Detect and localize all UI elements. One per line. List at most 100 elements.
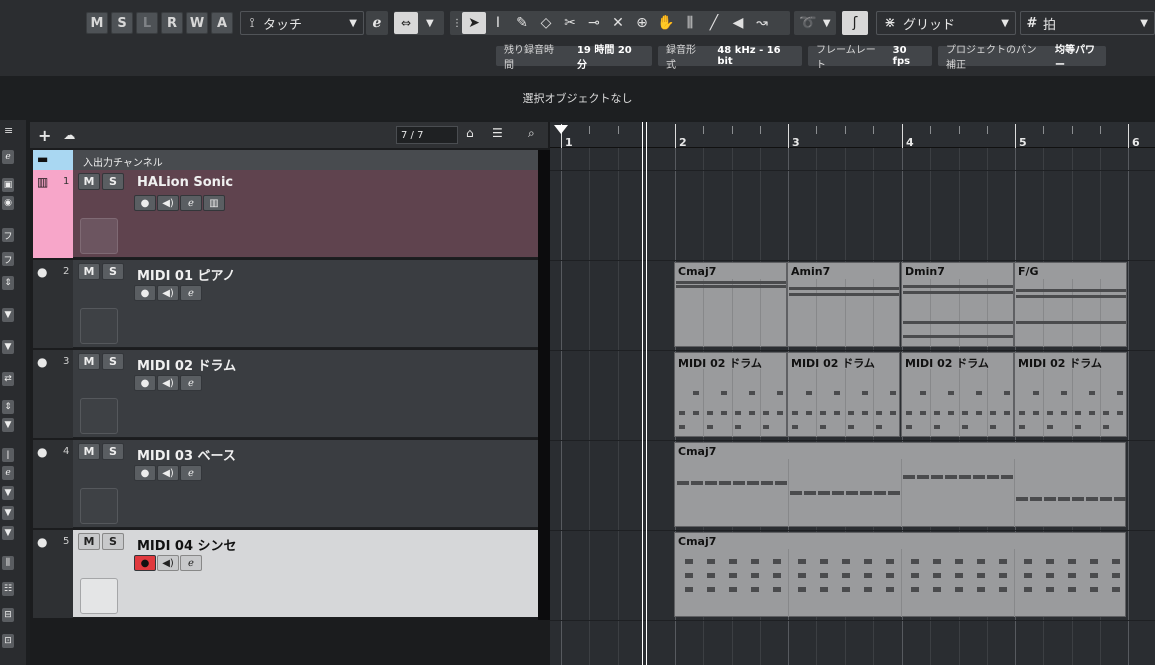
- solo-button[interactable]: S: [102, 173, 124, 190]
- mute-button[interactable]: M: [78, 443, 100, 460]
- locator-marker[interactable]: [554, 125, 568, 134]
- left-strip-button[interactable]: ǀ: [2, 448, 14, 462]
- piano-part[interactable]: Amin7: [787, 262, 900, 347]
- left-strip-button[interactable]: ⊡: [2, 634, 14, 648]
- monitor-button[interactable]: ◀): [157, 375, 179, 391]
- solo-all-button[interactable]: S: [111, 12, 133, 34]
- left-strip-button[interactable]: ⇕: [2, 276, 14, 290]
- piano-part[interactable]: Dmin7: [901, 262, 1014, 347]
- solo-button[interactable]: S: [102, 533, 124, 550]
- mute-button[interactable]: M: [78, 173, 100, 190]
- menu-icon[interactable]: ≡: [4, 124, 13, 137]
- visibility-icon[interactable]: ⌂: [466, 126, 474, 140]
- left-strip-button[interactable]: ⇕: [2, 400, 14, 414]
- synth-part[interactable]: Cmaj7: [674, 532, 1126, 617]
- constrain-delay-button[interactable]: ℯ: [366, 11, 388, 35]
- track-midi01[interactable]: ● 2 M S MIDI 01 ピアノ ● ◀) ℯ: [33, 260, 538, 348]
- edit-channel-button[interactable]: ℯ: [180, 555, 202, 571]
- mute-button[interactable]: M: [78, 533, 100, 550]
- edit-instrument-button[interactable]: ▥: [203, 195, 225, 211]
- draw-tool[interactable]: ✎: [510, 12, 534, 34]
- snap-type-select[interactable]: ⋇ グリッド ▼: [876, 11, 1016, 35]
- drag-mode-select[interactable]: ⇔ ▼: [394, 11, 444, 35]
- search-icon[interactable]: ⌕: [528, 126, 535, 141]
- record-time-display[interactable]: 残り録音時間 19 時間 20 分: [496, 45, 652, 71]
- left-strip-button[interactable]: ℯ: [2, 466, 14, 480]
- left-strip-button[interactable]: ▼: [2, 308, 14, 322]
- record-enable-button[interactable]: ●: [134, 555, 156, 571]
- edit-channel-button[interactable]: ℯ: [180, 375, 202, 391]
- solo-button[interactable]: S: [102, 443, 124, 460]
- record-enable-button[interactable]: ●: [134, 195, 156, 211]
- io-channel-folder[interactable]: ▬ 入出力チャンネル: [33, 150, 538, 170]
- track-midi03[interactable]: ● 4 M S MIDI 03 ベース ● ◀) ℯ: [33, 440, 538, 528]
- monitor-button[interactable]: ◀): [157, 285, 179, 301]
- track-count[interactable]: 7 / 7: [396, 126, 458, 144]
- object-select-tool[interactable]: ➤: [462, 12, 486, 34]
- left-strip-button[interactable]: ℯ: [2, 150, 14, 164]
- left-strip-button[interactable]: ▼: [2, 340, 14, 354]
- frame-rate-display[interactable]: フレームレート 30 fps: [808, 45, 932, 71]
- left-strip-button[interactable]: ⫼: [2, 556, 14, 570]
- left-strip-button[interactable]: ▼: [2, 526, 14, 540]
- erase-tool[interactable]: ◇: [534, 12, 558, 34]
- left-strip-button[interactable]: ▼: [2, 506, 14, 520]
- listen-button[interactable]: L: [136, 12, 158, 34]
- write-button[interactable]: W: [186, 12, 208, 34]
- edit-channel-button[interactable]: ℯ: [180, 465, 202, 481]
- drum-part[interactable]: MIDI 02 ドラム: [674, 352, 787, 437]
- list-icon[interactable]: ☰: [492, 126, 503, 140]
- mute-tool[interactable]: ✕: [606, 12, 630, 34]
- zoom-tool[interactable]: ⊕: [630, 12, 654, 34]
- monitor-button[interactable]: ◀): [157, 195, 179, 211]
- left-strip-button[interactable]: ▼: [2, 418, 14, 432]
- left-strip-button[interactable]: フ: [2, 228, 14, 242]
- project-cursor[interactable]: [646, 122, 647, 665]
- bass-part[interactable]: Cmaj7: [674, 442, 1126, 527]
- drum-part[interactable]: MIDI 02 ドラム: [787, 352, 900, 437]
- glue-tool[interactable]: ⊸: [582, 12, 606, 34]
- track-list-splitter[interactable]: [538, 150, 550, 620]
- read-button[interactable]: R: [161, 12, 183, 34]
- left-strip-button[interactable]: ☷: [2, 582, 14, 596]
- piano-part[interactable]: Cmaj7: [674, 262, 787, 347]
- ruler[interactable]: 1 2 3 4 5 6: [550, 122, 1155, 149]
- left-strip-button[interactable]: ◉: [2, 196, 14, 210]
- play-tool[interactable]: ◀: [726, 12, 750, 34]
- left-strip-button[interactable]: ⇄: [2, 372, 14, 386]
- snap-toggle[interactable]: ʃ: [842, 11, 868, 35]
- color-tool[interactable]: ↝: [750, 12, 774, 34]
- add-folder-icon[interactable]: ☁: [63, 128, 75, 142]
- solo-button[interactable]: S: [102, 263, 124, 280]
- project-window[interactable]: 1 2 3 4 5 6 Cmaj7 Amin7 Dmin7 F/G MIDI 02 ドラム MIDI…: [550, 122, 1155, 665]
- record-enable-button[interactable]: ●: [134, 285, 156, 301]
- track-midi04[interactable]: ● 5 M S MIDI 04 シンセ ● ◀) ℯ: [33, 530, 538, 618]
- record-enable-button[interactable]: ●: [134, 375, 156, 391]
- line-tool[interactable]: ╱: [702, 12, 726, 34]
- automation-mode-select[interactable]: ⟟ タッチ ▼: [240, 11, 364, 35]
- quantize-select[interactable]: # 拍 ▼: [1020, 11, 1155, 35]
- left-strip-button[interactable]: ▼: [2, 486, 14, 500]
- automation-a-button[interactable]: A: [211, 12, 233, 34]
- record-enable-button[interactable]: ●: [134, 465, 156, 481]
- track-halion[interactable]: ▥ 1 M S HALion Sonic ● ◀) ℯ ▥: [33, 170, 538, 258]
- range-select-tool[interactable]: I: [486, 12, 510, 34]
- mute-all-button[interactable]: M: [86, 12, 108, 34]
- drum-part[interactable]: MIDI 02 ドラム: [901, 352, 1014, 437]
- left-strip-button[interactable]: ⊟: [2, 608, 14, 622]
- comp-tool[interactable]: ⫼: [678, 12, 702, 34]
- add-track-icon[interactable]: +: [38, 126, 51, 145]
- monitor-button[interactable]: ◀): [157, 465, 179, 481]
- edit-channel-button[interactable]: ℯ: [180, 285, 202, 301]
- solo-button[interactable]: S: [102, 353, 124, 370]
- track-midi02[interactable]: ● 3 M S MIDI 02 ドラム ● ◀) ℯ: [33, 350, 538, 438]
- mute-button[interactable]: M: [78, 353, 100, 370]
- monitor-button[interactable]: ◀): [157, 555, 179, 571]
- left-strip-button[interactable]: ▣: [2, 178, 14, 192]
- edit-channel-button[interactable]: ℯ: [180, 195, 202, 211]
- auto-scroll-button[interactable]: ➰ ▼: [794, 11, 836, 35]
- hand-tool[interactable]: ✋: [654, 12, 678, 34]
- split-tool[interactable]: ✂: [558, 12, 582, 34]
- piano-part[interactable]: F/G: [1014, 262, 1127, 347]
- record-format-display[interactable]: 録音形式 48 kHz - 16 bit: [658, 45, 802, 71]
